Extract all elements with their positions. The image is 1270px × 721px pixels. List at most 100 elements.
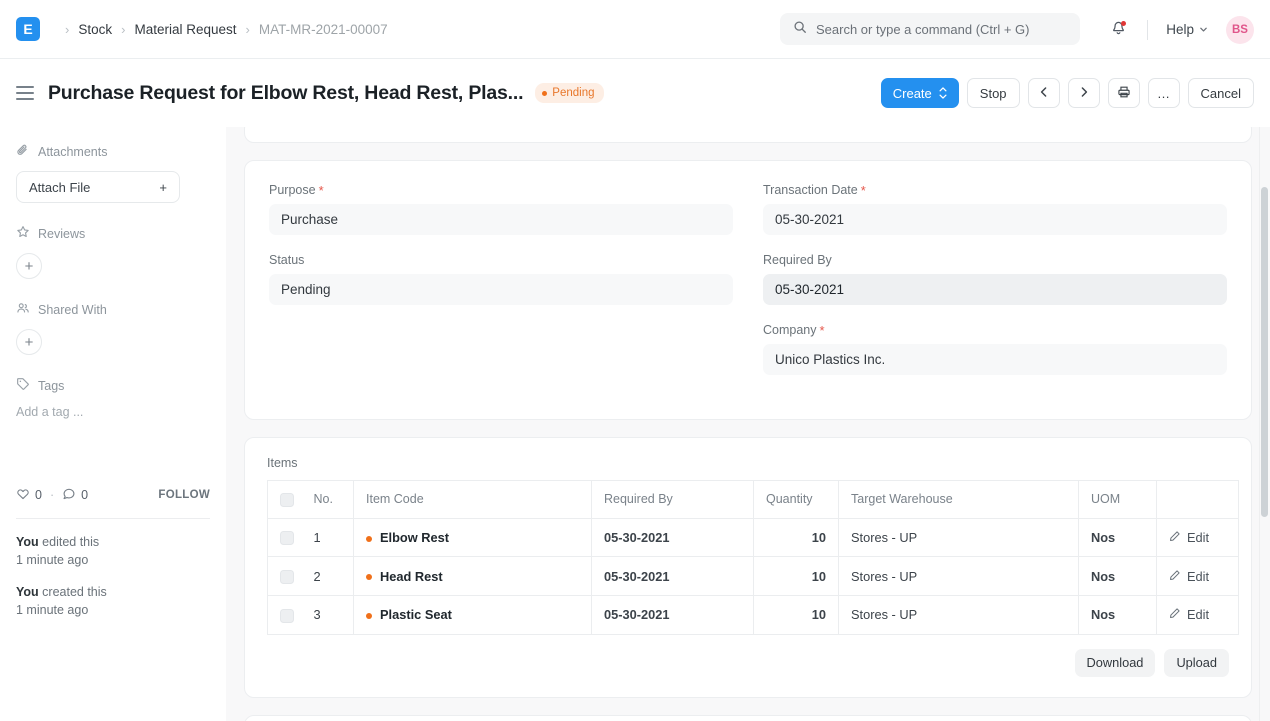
table-row[interactable]: 1 Elbow Rest 05-30-2021 10 Stores - UP N… xyxy=(268,518,1239,557)
sidebar-section-shared-with: Shared With + xyxy=(16,301,210,355)
main-scrollbar-thumb[interactable] xyxy=(1261,187,1268,517)
sidebar-section-attachments: Attachments Attach File + xyxy=(16,143,210,203)
sidebar-section-tags: Tags Add a tag ... xyxy=(16,377,210,419)
comment-button[interactable]: 0 xyxy=(62,487,88,504)
main-content: Purpose * Purchase Status Pending xyxy=(226,127,1270,721)
row-checkbox[interactable] xyxy=(280,531,294,545)
transaction-date-label: Transaction Date xyxy=(763,183,858,197)
comment-icon xyxy=(62,487,76,504)
edit-row-button[interactable]: Edit xyxy=(1169,607,1209,622)
activity-item-created: You created this 1 minute ago xyxy=(16,583,210,619)
page-header: Purchase Request for Elbow Rest, Head Re… xyxy=(0,59,1270,127)
next-document-button[interactable] xyxy=(1068,78,1100,108)
cancel-button[interactable]: Cancel xyxy=(1188,78,1254,108)
row-checkbox[interactable] xyxy=(280,570,294,584)
edit-row-button[interactable]: Edit xyxy=(1169,569,1209,584)
notifications-button[interactable] xyxy=(1101,13,1135,47)
document-sidebar: Attachments Attach File + Reviews + xyxy=(0,127,226,721)
header-actions: Create Stop xyxy=(881,59,1254,127)
breadcrumb-separator-icon: › xyxy=(121,22,125,37)
reviews-label: Reviews xyxy=(38,227,85,241)
create-button[interactable]: Create xyxy=(881,78,959,108)
sidebar-toggle-icon[interactable] xyxy=(16,86,34,100)
like-button[interactable]: 0 xyxy=(16,487,42,504)
field-status: Status Pending xyxy=(269,253,733,305)
required-by-value[interactable]: 05-30-2021 xyxy=(763,274,1227,305)
search-input[interactable] xyxy=(816,22,1067,37)
sidebar-divider xyxy=(16,518,210,519)
column-header-required-by[interactable]: Required By xyxy=(592,481,754,519)
previous-section-card xyxy=(244,127,1252,143)
stop-button[interactable]: Stop xyxy=(967,78,1020,108)
item-status-dot-icon xyxy=(366,613,372,619)
main-scrollbar-track[interactable] xyxy=(1259,127,1270,721)
more-options-button[interactable]: … xyxy=(1148,78,1180,108)
pencil-icon xyxy=(1169,607,1181,622)
heart-icon xyxy=(16,487,30,504)
shared-with-label: Shared With xyxy=(38,303,107,317)
attach-file-button[interactable]: Attach File + xyxy=(16,171,180,203)
edit-row-label: Edit xyxy=(1187,530,1209,545)
row-edit-cell: Edit xyxy=(1157,518,1239,557)
follow-button[interactable]: FOLLOW xyxy=(158,489,210,501)
company-value[interactable]: Unico Plastics Inc. xyxy=(763,344,1227,375)
edit-row-label: Edit xyxy=(1187,569,1209,584)
ellipsis-icon: … xyxy=(1157,86,1170,101)
select-all-checkbox[interactable] xyxy=(280,493,294,507)
activity-actor: You xyxy=(16,535,39,549)
download-button[interactable]: Download xyxy=(1075,649,1156,677)
row-item-code[interactable]: Head Rest xyxy=(354,557,592,596)
row-no: 2 xyxy=(302,557,354,596)
row-target-warehouse: Stores - UP xyxy=(839,595,1079,634)
column-header-no[interactable]: No. xyxy=(302,481,354,519)
add-review-button[interactable]: + xyxy=(16,253,42,279)
column-header-quantity[interactable]: Quantity xyxy=(754,481,839,519)
row-item-code[interactable]: Plastic Seat xyxy=(354,595,592,634)
table-row[interactable]: 2 Head Rest 05-30-2021 10 Stores - UP No… xyxy=(268,557,1239,596)
required-by-label-row: Required By xyxy=(763,253,1227,267)
pencil-icon xyxy=(1169,569,1181,584)
company-label: Company xyxy=(763,323,817,337)
page-title: Purchase Request for Elbow Rest, Head Re… xyxy=(48,82,523,105)
form-column-left: Purpose * Purchase Status Pending xyxy=(269,183,733,393)
row-edit-cell: Edit xyxy=(1157,595,1239,634)
table-row[interactable]: 3 Plastic Seat 05-30-2021 10 Stores - UP… xyxy=(268,595,1239,634)
avatar[interactable]: BS xyxy=(1226,16,1254,44)
status-value[interactable]: Pending xyxy=(269,274,733,305)
required-asterisk-icon: * xyxy=(820,324,825,337)
row-quantity: 10 xyxy=(754,518,839,557)
global-search[interactable] xyxy=(780,13,1080,45)
page-body: Attachments Attach File + Reviews + xyxy=(0,127,1270,721)
print-button[interactable] xyxy=(1108,78,1140,108)
column-header-uom[interactable]: UOM xyxy=(1079,481,1157,519)
previous-document-button[interactable] xyxy=(1028,78,1060,108)
purpose-value[interactable]: Purchase xyxy=(269,204,733,235)
column-header-target-warehouse[interactable]: Target Warehouse xyxy=(839,481,1079,519)
add-tag-input[interactable]: Add a tag ... xyxy=(16,405,210,419)
transaction-date-value[interactable]: 05-30-2021 xyxy=(763,204,1227,235)
next-section-card xyxy=(244,715,1252,721)
purpose-label-row: Purpose * xyxy=(269,183,733,197)
field-required-by: Required By 05-30-2021 xyxy=(763,253,1227,305)
help-label: Help xyxy=(1166,22,1194,37)
row-checkbox[interactable] xyxy=(280,609,294,623)
row-select-cell xyxy=(268,595,302,634)
add-share-button[interactable]: + xyxy=(16,329,42,355)
create-button-label: Create xyxy=(893,86,932,101)
row-item-code[interactable]: Elbow Rest xyxy=(354,518,592,557)
status-label: Status xyxy=(269,253,304,267)
breadcrumb-item-stock[interactable]: Stock xyxy=(78,22,112,37)
edit-row-button[interactable]: Edit xyxy=(1169,530,1209,545)
required-by-label: Required By xyxy=(763,253,832,267)
activity-item-edited: You edited this 1 minute ago xyxy=(16,533,210,569)
upload-button[interactable]: Upload xyxy=(1164,649,1229,677)
help-menu[interactable]: Help xyxy=(1160,17,1214,42)
breadcrumb: › Stock › Material Request › MAT-MR-2021… xyxy=(56,22,388,37)
items-table-head: No. Item Code Required By Quantity Targe… xyxy=(268,481,1239,519)
app-logo[interactable]: E xyxy=(16,17,40,41)
breadcrumb-item-material-request[interactable]: Material Request xyxy=(134,22,236,37)
table-header-row: No. Item Code Required By Quantity Targe… xyxy=(268,481,1239,519)
row-quantity: 10 xyxy=(754,595,839,634)
column-header-item-code[interactable]: Item Code xyxy=(354,481,592,519)
status-badge: Pending xyxy=(535,83,603,103)
